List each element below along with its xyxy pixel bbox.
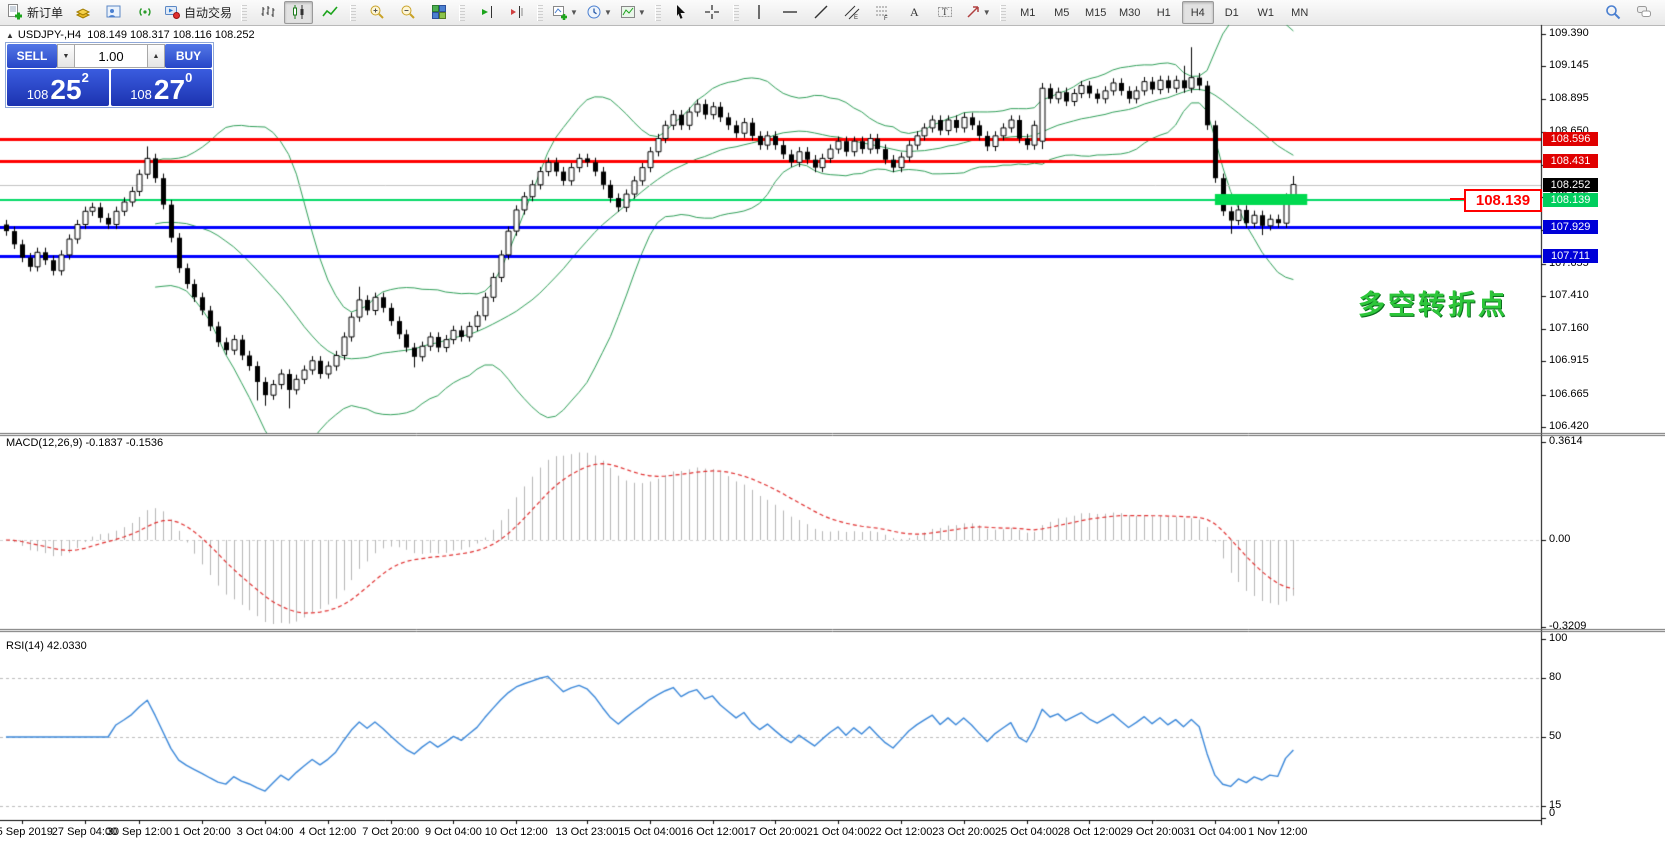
buy-price-button[interactable]: 108 27 0 <box>111 69 213 106</box>
price-line-tag[interactable]: 108.596 <box>1543 132 1598 146</box>
time-axis-label: 23 Oct 20:00 <box>932 826 995 838</box>
buy-price-prefix: 108 <box>130 87 152 102</box>
rsi-scale-label: 50 <box>1549 730 1561 742</box>
price-tick-label: 109.390 <box>1549 27 1589 39</box>
volume-input[interactable]: 1.00 <box>75 44 147 68</box>
sell-price-button[interactable]: 108 25 2 <box>7 69 109 106</box>
sell-price-prefix: 108 <box>27 87 49 102</box>
price-line-tag[interactable]: 108.431 <box>1543 154 1598 168</box>
time-axis-label: 22 Oct 12:00 <box>869 826 932 838</box>
macd-indicator-label: MACD(12,26,9) -0.1837 -0.1536 <box>6 437 163 449</box>
price-line-tag[interactable]: 107.711 <box>1543 249 1598 263</box>
sell-price-sup: 2 <box>82 70 89 85</box>
price-line-tag[interactable]: 108.139 <box>1543 193 1598 207</box>
price-tick-label: 106.915 <box>1549 354 1589 366</box>
price-tick-label: 108.895 <box>1549 92 1589 104</box>
rsi-scale-label: 100 <box>1549 632 1567 644</box>
price-tick-label: 106.420 <box>1549 420 1589 432</box>
price-tick-label: 106.665 <box>1549 388 1589 400</box>
volume-decrease-button[interactable]: ▼ <box>57 44 75 68</box>
price-line-tag[interactable]: 108.252 <box>1543 178 1598 192</box>
time-axis-label: 21 Oct 04:00 <box>807 826 870 838</box>
time-axis-label: 13 Oct 23:00 <box>555 826 618 838</box>
rsi-scale-label: 0 <box>1549 807 1555 819</box>
time-axis-label: 30 Sep 12:00 <box>107 826 172 838</box>
time-axis-label: 7 Oct 20:00 <box>362 826 419 838</box>
sell-button[interactable]: SELL <box>7 44 57 68</box>
time-axis-label: 25 Oct 04:00 <box>995 826 1058 838</box>
time-axis-label: 4 Oct 12:00 <box>299 826 356 838</box>
sell-price-big: 25 <box>50 76 81 104</box>
symbol-info: ▲ USDJPY-,H4 108.149 108.317 108.116 108.… <box>6 29 255 41</box>
macd-scale-label: -0.3209 <box>1549 620 1586 632</box>
buy-price-big: 27 <box>154 76 185 104</box>
price-tick-label: 109.145 <box>1549 59 1589 71</box>
time-axis-label: 9 Oct 04:00 <box>425 826 482 838</box>
chart-canvas[interactable] <box>0 0 1665 858</box>
price-flag-connector <box>1450 198 1464 200</box>
buy-button[interactable]: BUY <box>165 44 212 68</box>
price-line-tag[interactable]: 107.929 <box>1543 220 1598 234</box>
rsi-indicator-label: RSI(14) 42.0330 <box>6 640 87 652</box>
buy-price-sup: 0 <box>185 70 192 85</box>
time-axis-label: 3 Oct 04:00 <box>237 826 294 838</box>
macd-scale-label: 0.3614 <box>1549 435 1583 447</box>
time-axis-label: 25 Sep 2019 <box>0 826 53 838</box>
time-axis-label: 16 Oct 12:00 <box>681 826 744 838</box>
time-axis-label: 31 Oct 04:00 <box>1183 826 1246 838</box>
rsi-scale-label: 80 <box>1549 671 1561 683</box>
volume-increase-button[interactable]: ▲ <box>147 44 165 68</box>
time-axis-label: 10 Oct 12:00 <box>485 826 548 838</box>
symbol-name: USDJPY-,H4 <box>18 29 81 41</box>
time-axis-label: 17 Oct 20:00 <box>744 826 807 838</box>
mt4-window: 新订单自动交易▼▼▼EFAT▼M1M5M15M30H1H4D1W1MN ▲USD… <box>0 0 1665 858</box>
price-tick-label: 107.160 <box>1549 322 1589 334</box>
price-tick-label: 107.410 <box>1549 289 1589 301</box>
collapse-triangle-icon[interactable]: ▲ <box>6 31 14 40</box>
symbol-ohlc: 108.149 108.317 108.116 108.252 <box>87 29 254 41</box>
time-axis-label: 29 Oct 20:00 <box>1121 826 1184 838</box>
chart-annotation-text: 多空转折点 <box>1358 283 1508 322</box>
time-axis-label: 15 Oct 04:00 <box>618 826 681 838</box>
time-axis-label: 1 Nov 12:00 <box>1248 826 1307 838</box>
time-axis-label: 28 Oct 12:00 <box>1058 826 1121 838</box>
time-axis-label: 1 Oct 20:00 <box>174 826 231 838</box>
macd-scale-label: 0.00 <box>1549 533 1570 545</box>
price-flag-label[interactable]: 108.139 <box>1464 189 1542 212</box>
one-click-trading-panel: SELL ▼ 1.00 ▲ BUY 108 25 2 108 27 0 <box>5 42 214 108</box>
